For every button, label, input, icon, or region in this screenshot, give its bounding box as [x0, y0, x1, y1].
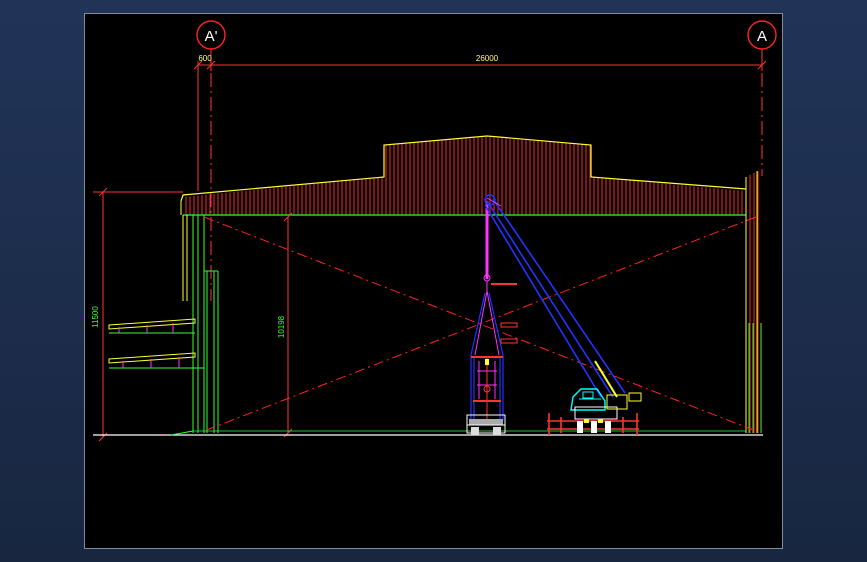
canopy-upper	[108, 318, 196, 334]
dim-clear-height: 10198	[277, 315, 286, 338]
crane-truck	[547, 388, 642, 435]
grid-bubble-right: A	[747, 20, 777, 50]
right-column	[745, 171, 762, 433]
left-wall-edge	[182, 215, 188, 301]
dim-left-offset: 600	[198, 54, 212, 63]
diagonal-bracing	[203, 216, 757, 432]
grid-bubble-right-label: A	[757, 28, 767, 45]
left-height-dimension	[93, 187, 183, 442]
lifted-equipment	[466, 283, 518, 435]
left-column	[192, 215, 219, 433]
drawing-canvas[interactable]: A' A 600 26000 11500 10198	[84, 13, 783, 549]
crane-boom	[484, 194, 626, 398]
dim-total-height: 11500	[91, 306, 100, 328]
grid-bubble-left: A'	[196, 20, 226, 50]
grid-bubble-left-label: A'	[205, 28, 218, 45]
section-drawing: A' A 600 26000 11500 10198	[91, 20, 777, 442]
roof	[180, 135, 747, 216]
canopy-lower	[108, 352, 204, 369]
dim-span: 26000	[476, 54, 499, 63]
